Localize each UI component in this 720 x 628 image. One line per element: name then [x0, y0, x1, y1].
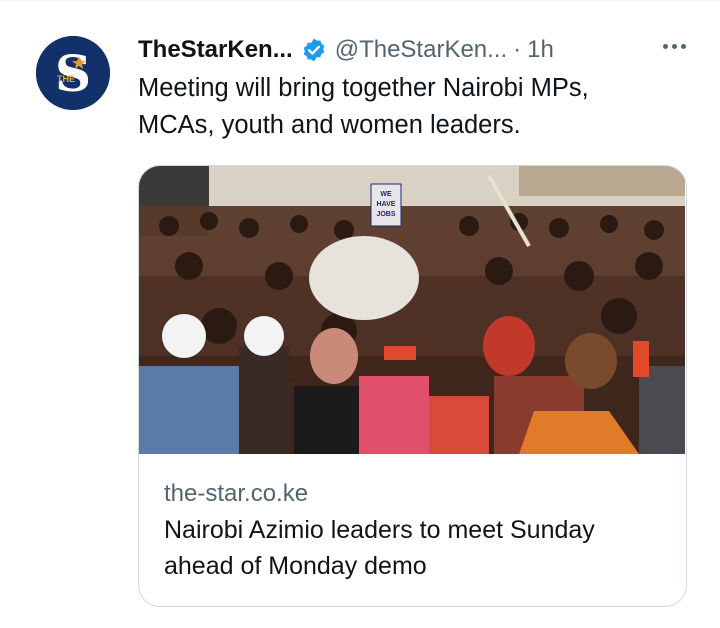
- card-title-line-2: ahead of Monday demo: [164, 552, 427, 580]
- card-meta: the-star.co.ke Nairobi Azimio leaders to…: [164, 476, 674, 584]
- tweet-text-line-1: Meeting will bring together Nairobi MPs,: [138, 74, 589, 102]
- card-domain: the-star.co.ke: [164, 480, 309, 507]
- sign-text-2: HAVE: [377, 201, 396, 208]
- sign-text-1: WE: [380, 191, 392, 198]
- link-preview-card[interactable]: WE HAVE JOBS the-star.co.ke Nairobi Azim…: [138, 165, 687, 607]
- verified-badge-icon: [301, 37, 327, 63]
- tweet-text-line-2: MCAs, youth and women leaders.: [138, 111, 521, 139]
- tweet-header: TheStarKen... @TheStarKen... · 1h: [138, 32, 698, 68]
- sign-text-3: JOBS: [376, 211, 395, 218]
- tweet-text: Meeting will bring together Nairobi MPs,…: [138, 70, 678, 144]
- card-title: Nairobi Azimio leaders to meet Sunday ah…: [164, 512, 674, 584]
- header-separator: ·: [513, 36, 522, 63]
- display-name[interactable]: TheStarKen...: [138, 36, 293, 64]
- card-image[interactable]: WE HAVE JOBS: [139, 166, 685, 454]
- top-divider: [0, 0, 720, 1]
- timestamp[interactable]: 1h: [527, 36, 554, 64]
- the-star-logo-icon: S THE: [36, 36, 110, 110]
- card-title-line-1: Nairobi Azimio leaders to meet Sunday: [164, 516, 595, 544]
- more-horizontal-icon[interactable]: [663, 44, 686, 49]
- handle[interactable]: @TheStarKen...: [335, 36, 507, 64]
- avatar-small-text: THE: [57, 74, 75, 84]
- profile-avatar[interactable]: S THE: [36, 36, 110, 110]
